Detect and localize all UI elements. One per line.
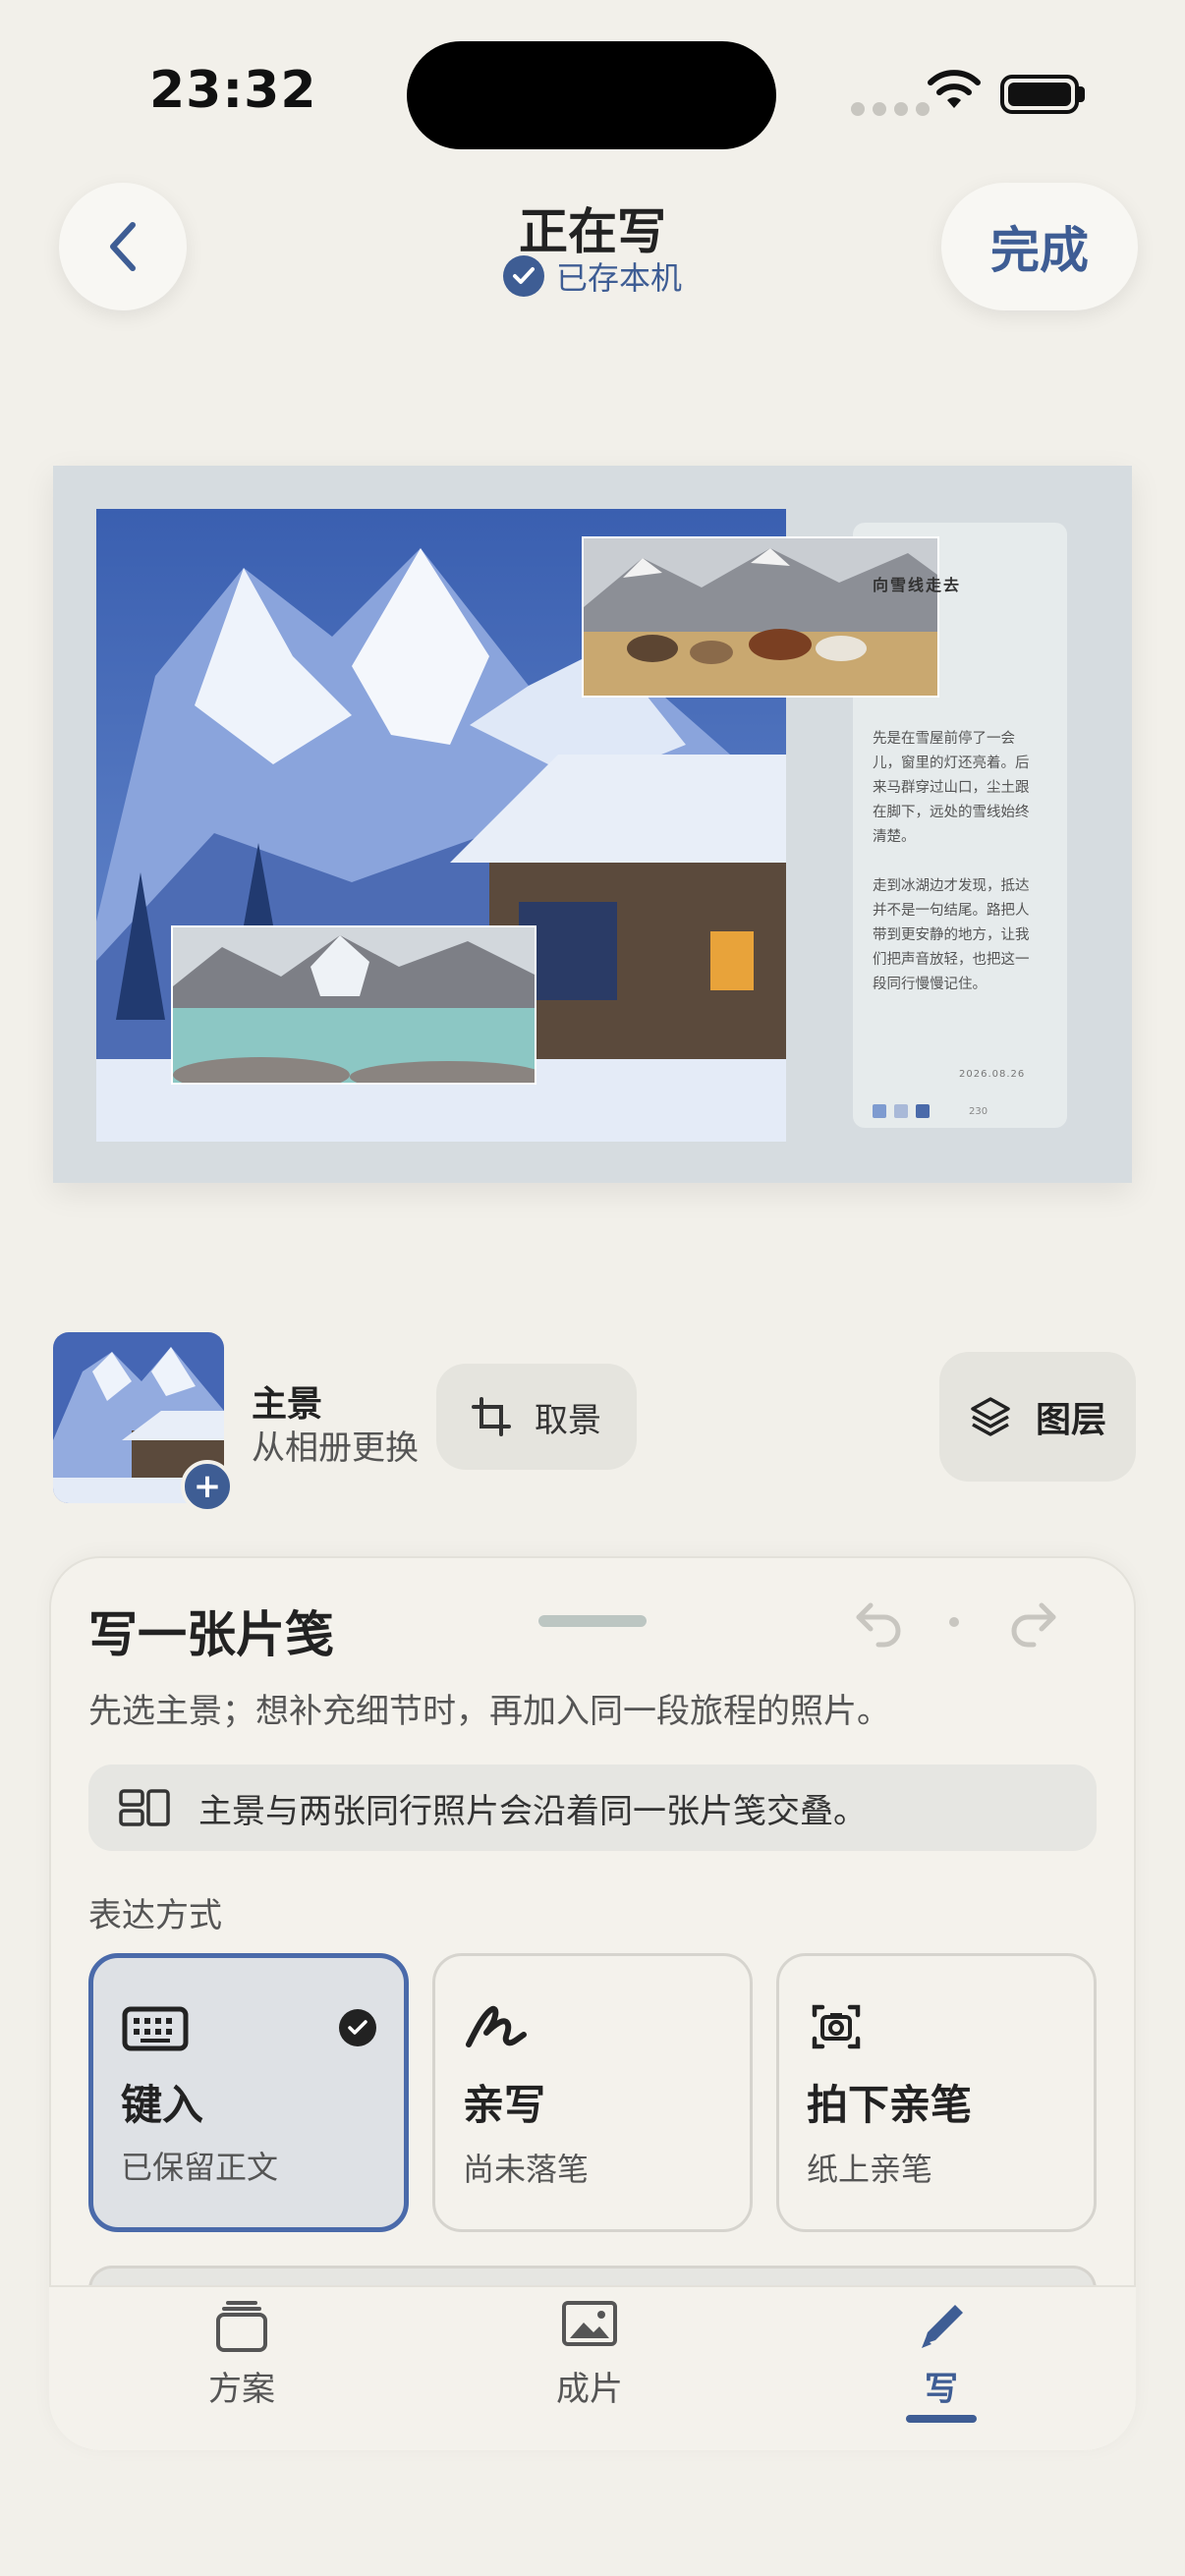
- check-circle-icon: [502, 255, 544, 297]
- sheet-title: 写一张片笺: [88, 1606, 334, 1663]
- tab-write[interactable]: 写: [843, 2295, 1040, 2410]
- postcard-page-number: 230: [969, 1106, 988, 1117]
- option-subtitle: 尚未落笔: [463, 2151, 590, 2188]
- sheet-grabber[interactable]: [538, 1615, 647, 1627]
- option-typing[interactable]: 键入 已保留正文: [88, 1953, 409, 2232]
- postcard-body: 先是在雪屋前停了一会儿，窗里的灯还亮着。后来马群穿过山口，尘土跟在脚下，远处的雪…: [873, 731, 1030, 992]
- add-photo-button[interactable]: +: [181, 1460, 234, 1513]
- layers-label: 图层: [1035, 1400, 1106, 1440]
- postcard-title: 向雪线走去: [873, 576, 962, 594]
- option-handwrite[interactable]: 亲写 尚未落笔: [432, 1953, 753, 2232]
- option-title: 拍下亲笔: [807, 2081, 973, 2129]
- pen-icon: [922, 2305, 963, 2348]
- section-label: 表达方式: [88, 1896, 222, 1935]
- main-scene-label: 主景: [252, 1384, 323, 1425]
- layers-button[interactable]: 图层: [939, 1352, 1136, 1482]
- postcard-date: 2026.08.26: [959, 1069, 1026, 1080]
- layers-icon: [971, 1397, 1010, 1436]
- layout-info-box: 主景与两张同行照片会沿着同一张片笺交叠。: [88, 1764, 1097, 1851]
- option-subtitle: 已保留正文: [121, 2149, 279, 2186]
- tab-label: 方案: [208, 2370, 275, 2409]
- status-time: 23:32: [149, 61, 317, 120]
- keyboard-icon: [122, 2006, 189, 2051]
- color-dot: [894, 1104, 908, 1118]
- option-title: 键入: [121, 2081, 204, 2129]
- postcard-color-dots: [873, 1104, 930, 1118]
- separator-dot: [949, 1617, 959, 1627]
- photo-icon: [562, 2301, 617, 2346]
- selected-check-icon: [339, 2009, 376, 2046]
- camera-icon: [812, 2004, 861, 2049]
- color-dot: [873, 1104, 886, 1118]
- option-title: 亲写: [463, 2081, 546, 2129]
- stack-icon: [216, 2301, 267, 2352]
- save-status-text: 已存本机: [555, 259, 682, 297]
- signal-icon: [851, 102, 930, 116]
- redo-icon[interactable]: [1002, 1592, 1061, 1651]
- crop-icon: [472, 1397, 511, 1436]
- undo-icon[interactable]: [851, 1592, 910, 1651]
- option-photo-handwriting[interactable]: 拍下亲笔 纸上亲笔: [776, 1953, 1097, 2232]
- active-tab-indicator: [906, 2415, 977, 2423]
- photo-horses[interactable]: [582, 536, 939, 698]
- tab-label: 写: [925, 2370, 958, 2409]
- tab-plans[interactable]: 方案: [143, 2295, 340, 2410]
- sheet-hint: 先选主景；想补充细节时，再加入同一段旅程的照片。: [88, 1692, 890, 1731]
- dynamic-island: [407, 41, 776, 149]
- option-subtitle: 纸上亲笔: [807, 2151, 933, 2188]
- tab-output[interactable]: 成片: [491, 2295, 688, 2410]
- layout-icon: [119, 1789, 170, 1826]
- layout-info-text: 主景与两张同行照片会沿着同一张片笺交叠。: [198, 1791, 867, 1831]
- tab-label: 成片: [556, 2370, 623, 2409]
- done-button[interactable]: 完成: [941, 183, 1138, 310]
- battery-icon: [1000, 75, 1079, 114]
- crop-label: 取景: [535, 1400, 601, 1440]
- battery-cap: [1079, 86, 1085, 102]
- crop-button[interactable]: 取景: [436, 1364, 637, 1470]
- wifi-icon: [928, 70, 981, 108]
- photo-glacier[interactable]: [171, 925, 536, 1085]
- handwriting-icon: [466, 2005, 527, 2047]
- replace-from-album-link[interactable]: 从相册更换: [252, 1421, 419, 1469]
- color-dot: [916, 1104, 930, 1118]
